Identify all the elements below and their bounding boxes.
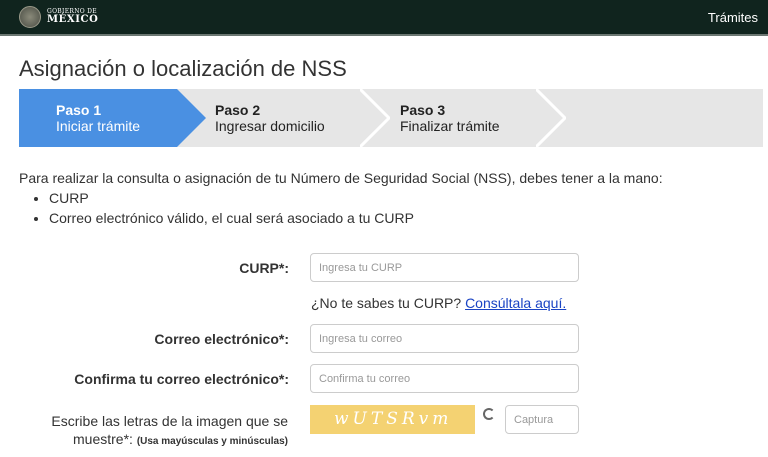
curp-label: CURP*: [239, 260, 289, 276]
nav-tramites[interactable]: Trámites [708, 10, 758, 25]
captcha-image: wUTSRvm [310, 405, 475, 434]
captcha-note: (Usa mayúsculas y minúsculas) [136, 436, 288, 447]
step-label: Iniciar trámite [56, 118, 141, 134]
logo-line2: MÉXICO [47, 14, 99, 25]
step-number: Paso 3 [400, 102, 446, 118]
step-label: Finalizar trámite [400, 118, 500, 134]
confirm-email-label: Confirma tu correo electrónico*: [74, 371, 289, 387]
captcha-label: Escribe las letras de la imagen que se m… [20, 412, 288, 451]
refresh-captcha-icon[interactable] [483, 408, 495, 420]
curp-input[interactable] [310, 253, 579, 282]
step-2: Paso 2 Ingresar domicilio [177, 89, 362, 147]
step-divider [360, 89, 390, 147]
intro-item: CURP [49, 188, 663, 208]
curp-help-text: ¿No te sabes tu CURP? [311, 295, 462, 311]
step-label: Ingresar domicilio [215, 118, 325, 134]
intro-text: Para realizar la consulta o asignación d… [19, 170, 663, 186]
top-header: GOBIERNO DE MÉXICO Trámites [0, 0, 768, 36]
intro: Para realizar la consulta o asignación d… [19, 168, 663, 228]
step-divider [536, 89, 566, 147]
step-number: Paso 1 [56, 102, 102, 118]
page-title: Asignación o localización de NSS [19, 56, 347, 81]
gobierno-logo[interactable]: GOBIERNO DE MÉXICO [19, 6, 98, 28]
curp-lookup-link[interactable]: Consúltala aquí. [465, 295, 566, 311]
email-input[interactable] [310, 324, 579, 353]
captcha-text: wUTSRvm [334, 409, 453, 429]
confirm-email-input[interactable] [310, 364, 579, 393]
intro-item: Correo electrónico válido, el cual será … [49, 208, 663, 228]
step-number: Paso 2 [215, 102, 261, 118]
email-label: Correo electrónico*: [154, 331, 289, 347]
captcha-input[interactable] [505, 405, 579, 434]
step-1: Paso 1 Iniciar trámite [19, 89, 206, 147]
progress-steps: Paso 1 Iniciar trámite Paso 2 Ingresar d… [19, 89, 763, 147]
curp-help: ¿No te sabes tu CURP? Consúltala aquí. [311, 295, 566, 311]
seal-icon [19, 6, 41, 28]
